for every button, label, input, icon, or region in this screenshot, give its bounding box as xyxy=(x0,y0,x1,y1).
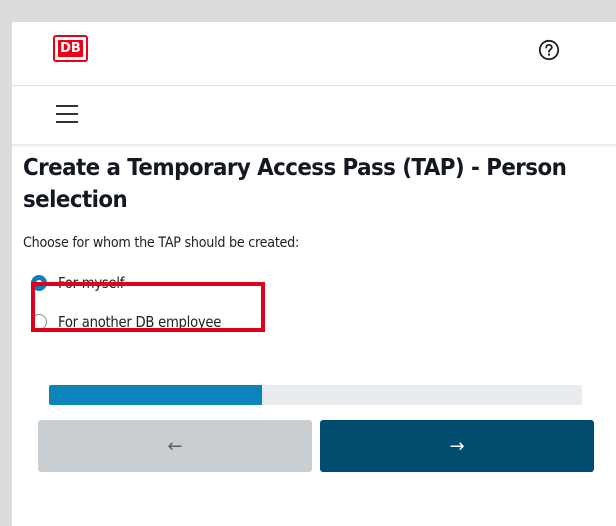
arrow-right-icon: → xyxy=(449,435,465,457)
hamburger-menu-icon[interactable] xyxy=(56,104,78,124)
db-logo-text: DB xyxy=(58,40,83,57)
instruction-text: Choose for whom the TAP should be create… xyxy=(23,235,300,251)
back-button[interactable]: ← xyxy=(38,420,312,472)
next-button[interactable]: → xyxy=(320,420,594,472)
radio-option-myself[interactable]: For myself xyxy=(31,274,133,292)
progress-bar-fill xyxy=(49,385,263,405)
help-button[interactable] xyxy=(538,39,560,61)
radio-label-myself: For myself xyxy=(58,274,125,292)
progress-bar xyxy=(49,385,582,405)
radio-checked-icon[interactable] xyxy=(31,275,47,291)
radio-option-another-employee[interactable]: For another DB employee xyxy=(31,313,243,331)
navbar xyxy=(12,86,616,144)
main-content: Create a Temporary Access Pass (TAP) - P… xyxy=(23,152,593,331)
db-logo: DB xyxy=(53,35,88,62)
question-circle-icon xyxy=(538,39,560,61)
radio-label-another-employee: For another DB employee xyxy=(58,313,222,331)
header: DB xyxy=(12,22,616,86)
page-title: Create a Temporary Access Pass (TAP) - P… xyxy=(23,155,567,213)
radio-unchecked-icon[interactable] xyxy=(31,314,47,330)
arrow-left-icon: ← xyxy=(167,435,183,457)
